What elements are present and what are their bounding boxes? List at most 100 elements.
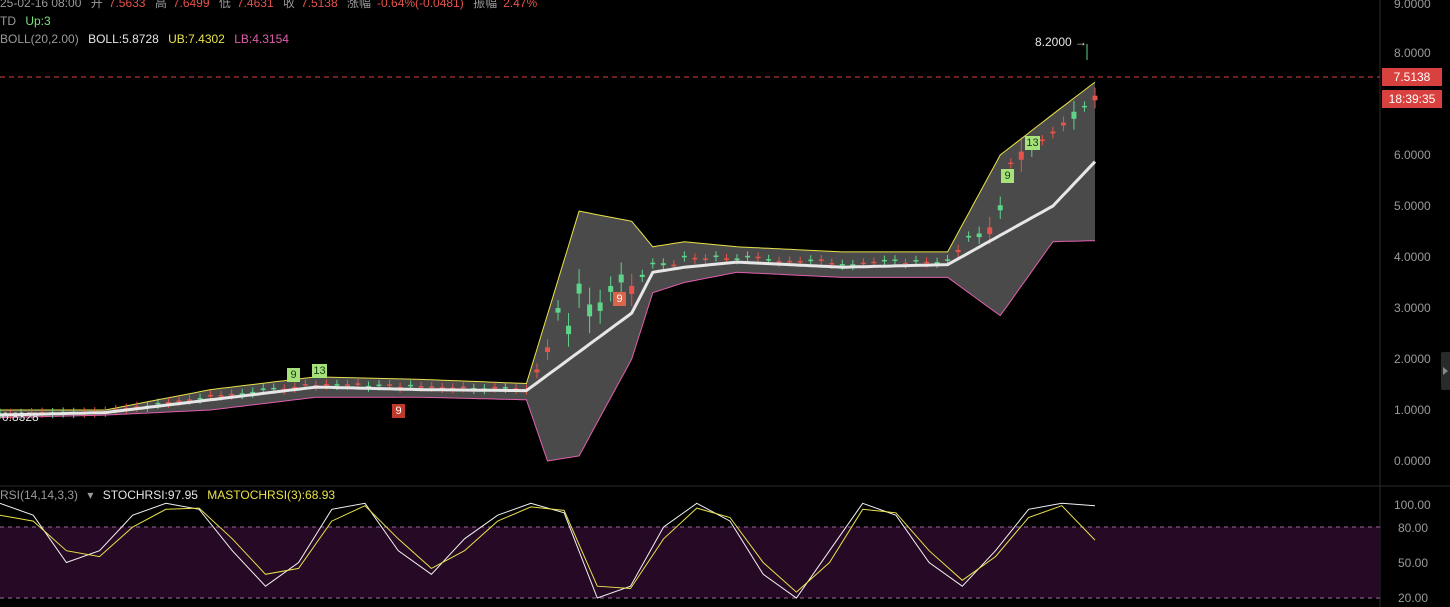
candle-body [576,283,582,294]
candle-body [987,227,993,235]
candle-body [629,285,635,294]
candle-body [976,233,982,238]
boll-params: BOLL(20,2.00) [0,32,79,46]
candle-body [681,255,687,258]
candle-body [302,384,308,386]
candle-body [1081,105,1087,108]
candlestick-chart[interactable] [0,0,1450,607]
ohlc-header: 25-02-16 08:00 开 7.5633 高 7.6499 低 7.4631 收… [0,0,543,10]
candle-body [945,259,951,261]
candle-body [1071,111,1077,119]
stoch-dropdown-icon[interactable]: ▾ [87,488,93,502]
candle-body [418,386,424,388]
candle-body [934,261,940,264]
candle-body [334,384,340,386]
candle-body [966,235,972,238]
candle-body [913,260,919,262]
candle-body [566,325,572,335]
candle-body [429,386,435,388]
candle-body [713,255,719,258]
candle-body [660,263,666,266]
candle-body [755,256,761,259]
candle-body [1039,139,1045,142]
candle-body [650,262,656,265]
stoch-params: RSI(14,14,3,3) [0,488,79,502]
candle-body [355,383,361,385]
candle-body [766,259,772,261]
candle-body [1092,95,1098,101]
candle-body [924,261,930,264]
price-tick: 2.0000 [1394,352,1431,366]
candle-body [808,259,814,262]
boll-header[interactable]: BOLL(20,2.00) BOLL:5.8728 UB:7.4302 LB:4… [0,32,295,46]
td-down-marker: 9 [392,404,405,418]
low-value: 7.4631 [236,0,274,10]
bar-date: 25-02-16 08:00 [0,0,82,10]
candle-body [955,249,961,253]
candle-body [671,264,677,267]
td-header[interactable]: TD Up:3 [0,14,57,28]
candle-body [555,308,561,313]
candle-body [460,386,466,389]
stochrsi-value: STOCHRSI:97.95 [102,488,198,502]
amplitude-label: 振幅 [473,0,498,10]
close-value: 7.5138 [300,0,338,10]
high-label: 高 [154,0,167,10]
stoch-tick: 50.00 [1398,556,1429,570]
candle-body [639,274,645,277]
candle-body [545,347,550,353]
candle-body [597,302,603,311]
candle-body [492,386,498,389]
boll-mid-value: BOLL:5.8728 [88,32,159,46]
price-tick: 4.0000 [1394,250,1431,264]
price-tick: 5.0000 [1394,199,1431,213]
td-label: TD [0,14,16,28]
candle-body [734,258,740,260]
boll-lb-value: LB:4.3154 [234,32,289,46]
candle-body [881,259,887,262]
candle-body [587,304,593,317]
stoch-tick: 80.00 [1398,521,1429,535]
candle-body [176,400,182,402]
price-tick: 0.0000 [1394,454,1431,468]
candle-body [344,384,350,386]
price-tick: 1.0000 [1394,403,1431,417]
low-marker-label: 0.8328 [2,410,39,424]
high-value: 7.6499 [172,0,210,10]
candle-body [155,402,161,405]
td-up-marker: 13 [1025,136,1040,150]
low-label: 低 [218,0,231,10]
candle-body [387,384,393,386]
td-value: Up:3 [25,14,51,28]
price-tick: 6.0000 [1394,148,1431,162]
change-label: 涨幅 [347,0,372,10]
candle-countdown: 18:39:35 [1382,90,1442,108]
price-tick: 3.0000 [1394,301,1431,315]
candle-body [797,261,803,263]
td-down-marker: 9 [613,292,626,306]
candle-body [208,394,214,397]
candle-body [608,285,614,292]
candle-body [860,262,866,265]
td-up-marker: 13 [312,364,327,378]
amplitude-value: 2.47% [503,0,538,10]
candle-body [839,264,845,266]
change-value: -0.64%(-0.0481) [377,0,464,10]
price-tick: 9.0000 [1394,0,1431,11]
candle-body [1050,131,1056,134]
candle-body [818,259,824,261]
mastochrsi-value: MASTOCHRSI(3):68.93 [207,488,336,502]
stoch-tick: 100.00 [1394,498,1431,512]
stoch-header[interactable]: RSI(14,14,3,3) ▾ STOCHRSI:97.95 MASTOCHR… [0,488,341,502]
close-label: 收 [282,0,295,10]
td-up-marker: 9 [1001,169,1014,183]
candle-body [260,388,266,391]
candle-body [323,383,329,386]
stoch-tick: 20.00 [1398,591,1429,605]
high-marker-label: 8.2000 → [1035,35,1088,49]
candle-body [229,393,235,396]
candle-body [534,369,540,373]
candle-body [1060,122,1066,126]
candle-body [197,398,203,400]
side-panel-toggle[interactable] [1441,352,1450,390]
